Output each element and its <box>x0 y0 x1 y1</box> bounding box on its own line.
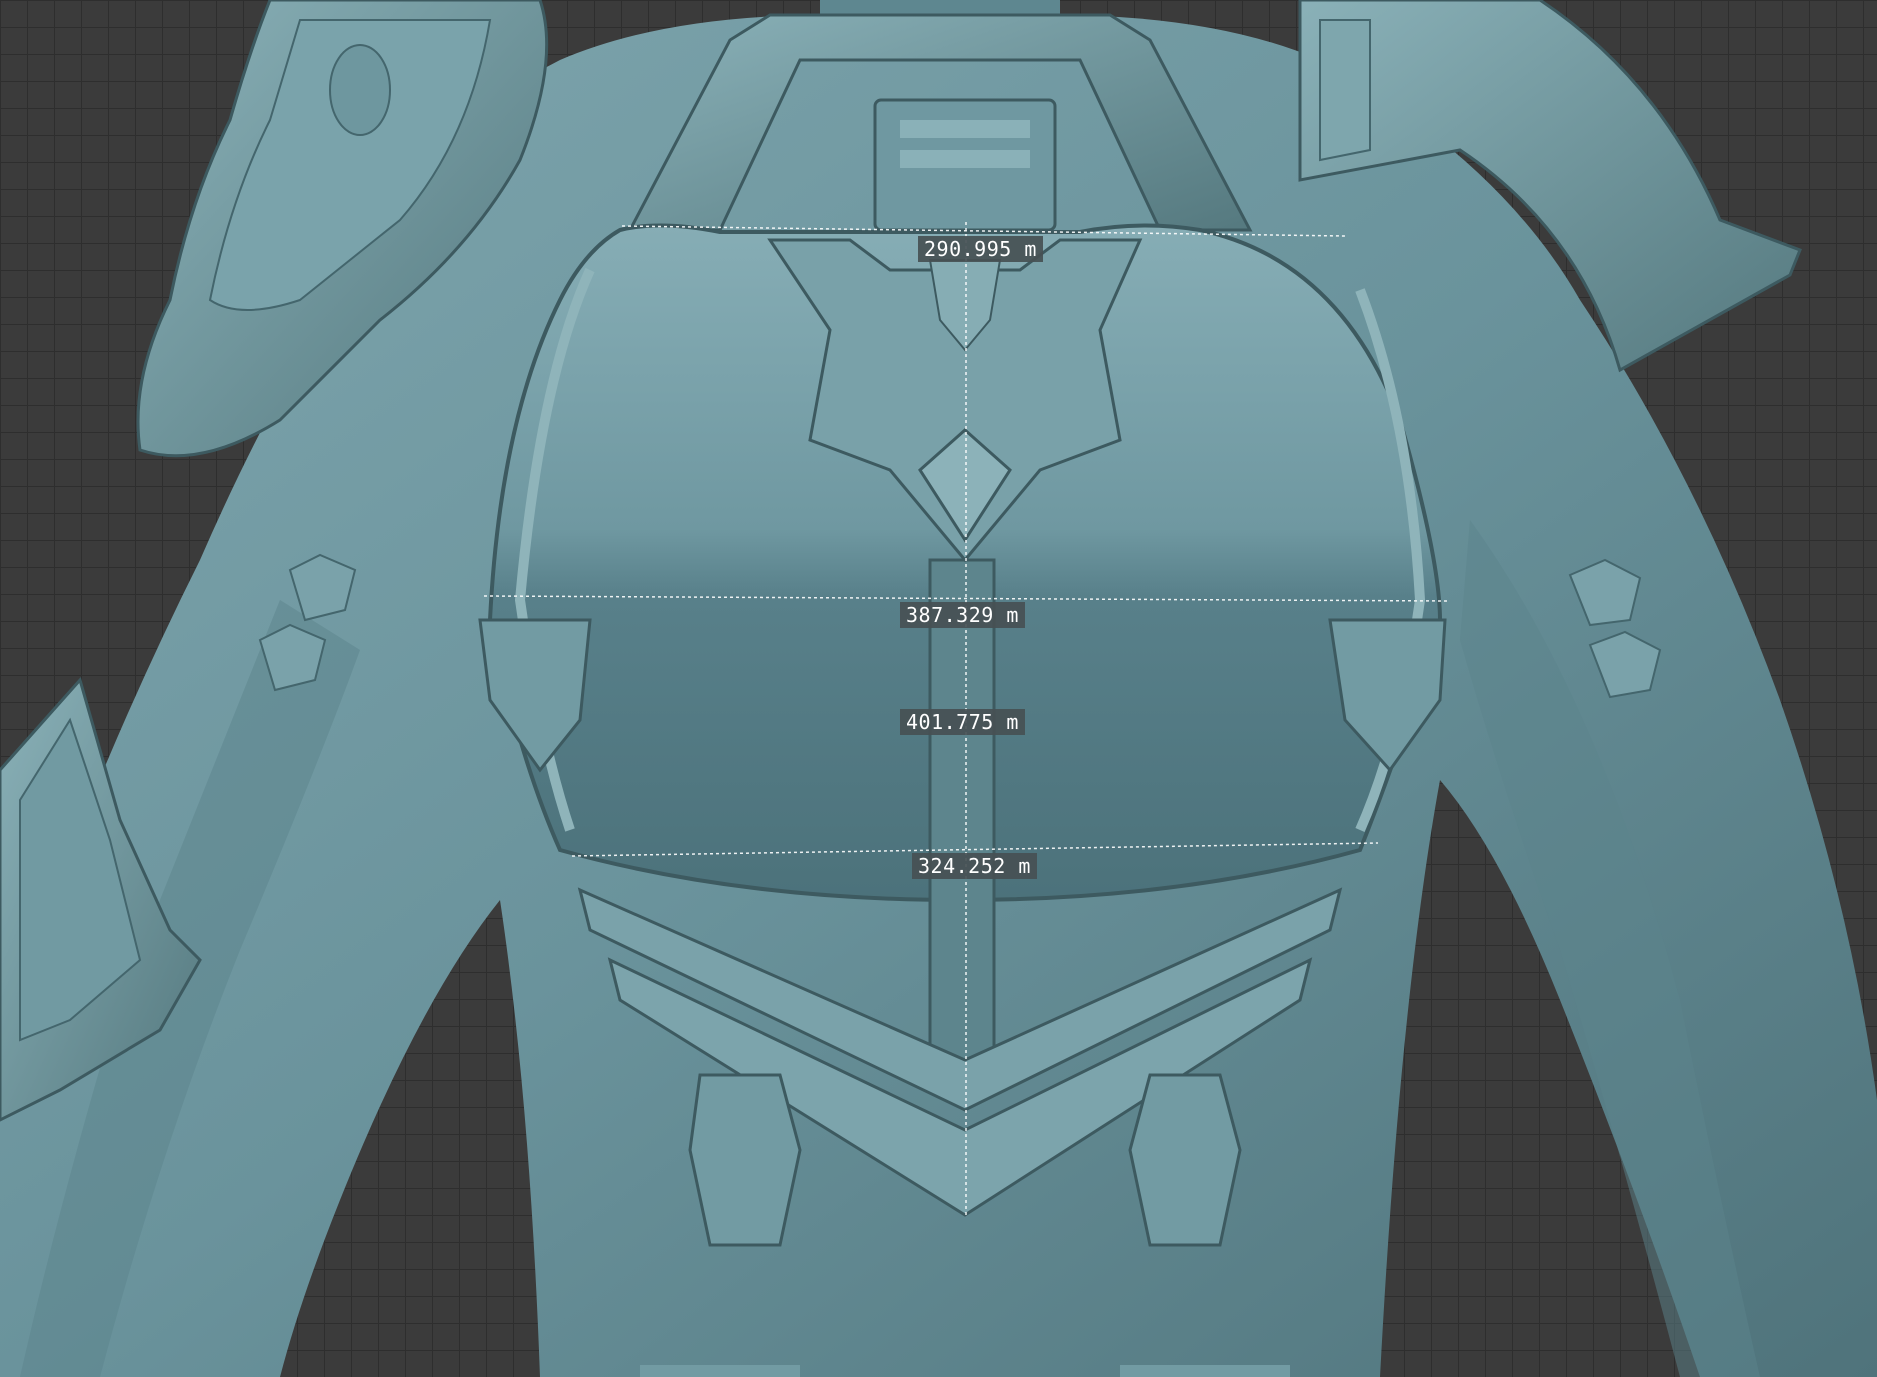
lower-width-measurement: 324.252 m <box>912 853 1037 879</box>
character-model[interactable] <box>0 0 1877 1377</box>
chest-width-measurement: 387.329 m <box>900 602 1025 628</box>
3d-viewport[interactable]: 290.995 m 387.329 m 401.775 m 324.252 m <box>0 0 1877 1377</box>
top-width-measurement: 290.995 m <box>918 236 1043 262</box>
vertical-length-measurement: 401.775 m <box>900 709 1025 735</box>
